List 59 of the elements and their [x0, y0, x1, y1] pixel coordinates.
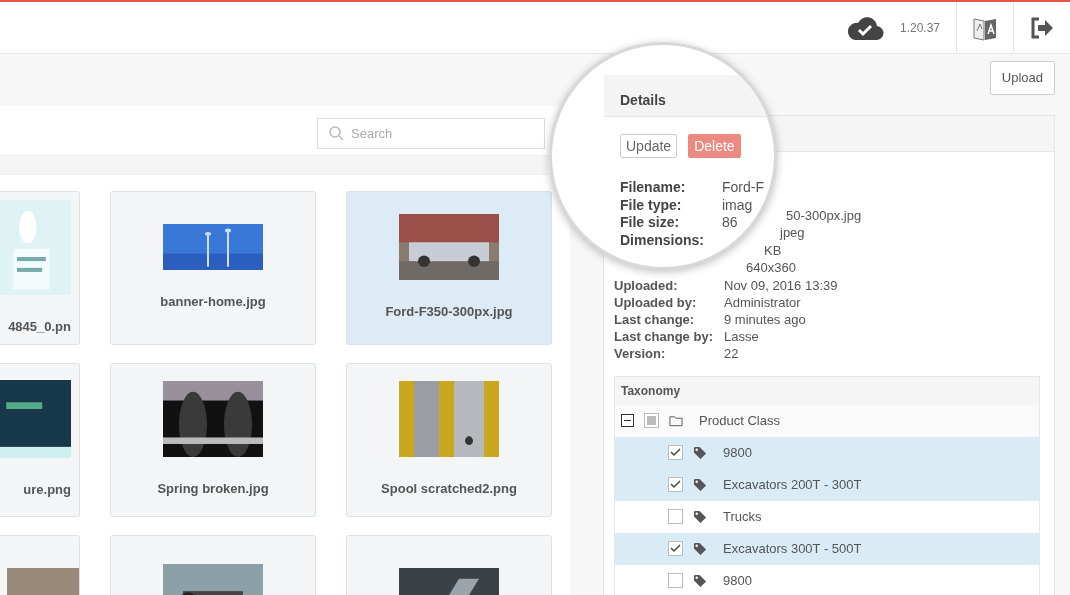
- detail-label: Last change:: [614, 310, 696, 328]
- checkbox[interactable]: [668, 509, 683, 524]
- detail-value: 640x360: [746, 260, 796, 275]
- file-name: Spring broken.jpg: [157, 480, 269, 499]
- detail-value: KB: [764, 242, 782, 258]
- logout-icon[interactable]: [1030, 16, 1054, 39]
- upload-button[interactable]: Upload: [989, 61, 1055, 95]
- detail-value: imag: [722, 196, 753, 214]
- detail-value: Ford-F: [722, 179, 764, 197]
- search-icon: [329, 126, 344, 141]
- detail-value: 86: [722, 214, 738, 232]
- collapse-toggle[interactable]: [621, 414, 634, 427]
- checkbox[interactable]: [668, 541, 683, 556]
- file-tile[interactable]: banner-home.jpg: [110, 191, 316, 345]
- cloud-check-icon: [845, 14, 884, 41]
- tag-icon: [693, 573, 707, 588]
- file-tile[interactable]: ure.png: [0, 363, 80, 517]
- detail-label: Dimensions:: [620, 231, 705, 249]
- tree-label[interactable]: 9800: [723, 442, 752, 463]
- detail-value: 22: [724, 344, 739, 362]
- detail-value: jpeg: [780, 225, 805, 240]
- file-name: Ford-F350-300px.jpg: [385, 303, 513, 322]
- tag-icon: [693, 509, 707, 524]
- file-tile[interactable]: Spring broken.jpg: [110, 363, 316, 517]
- detail-label: File type:: [620, 196, 683, 214]
- file-name: ure.png: [23, 481, 71, 500]
- detail-label: Version:: [614, 344, 667, 362]
- checkbox[interactable]: [668, 573, 683, 588]
- file-name: banner-home.jpg: [160, 293, 266, 312]
- checkbox[interactable]: [644, 413, 659, 428]
- file-tile[interactable]: Ford-F350-300px.jpg: [346, 191, 552, 345]
- tree-label[interactable]: Trucks: [723, 506, 762, 527]
- tag-icon: [693, 445, 707, 460]
- tag-icon: [693, 477, 707, 492]
- detail-value: 9 minutes ago: [724, 310, 806, 328]
- detail-value: 50-300px.jpg: [786, 207, 862, 223]
- detail-label: Uploaded:: [614, 276, 679, 294]
- tree-label[interactable]: Product Class: [699, 410, 780, 431]
- file-name: Spool scratched2.png: [381, 480, 517, 499]
- panel-title: Details: [620, 91, 666, 110]
- detail-label: File size:: [620, 214, 681, 232]
- search-field[interactable]: Search: [317, 118, 545, 149]
- folder-icon: [669, 413, 683, 428]
- version-number: 1.20.37: [899, 19, 940, 37]
- tag-icon: [693, 541, 707, 556]
- checkbox[interactable]: [668, 477, 683, 492]
- tree-label[interactable]: 9800: [723, 570, 752, 591]
- taxonomy-header: Taxonomy: [615, 376, 1039, 405]
- update-button[interactable]: Update: [620, 134, 678, 158]
- file-tile[interactable]: 4845_0.pn: [0, 191, 80, 345]
- detail-label: Uploaded by:: [614, 293, 698, 311]
- detail-value: Administrator: [724, 293, 801, 311]
- detail-label: Last change by:: [614, 327, 714, 345]
- file-name: 4845_0.pn: [8, 317, 71, 336]
- detail-value: Nov 09, 2016 13:39: [724, 276, 838, 294]
- detail-value: Lasse: [724, 327, 759, 345]
- checkbox[interactable]: [668, 445, 683, 460]
- detail-label: Filename:: [620, 179, 687, 197]
- file-tile[interactable]: Spool scratched2.png: [346, 363, 552, 517]
